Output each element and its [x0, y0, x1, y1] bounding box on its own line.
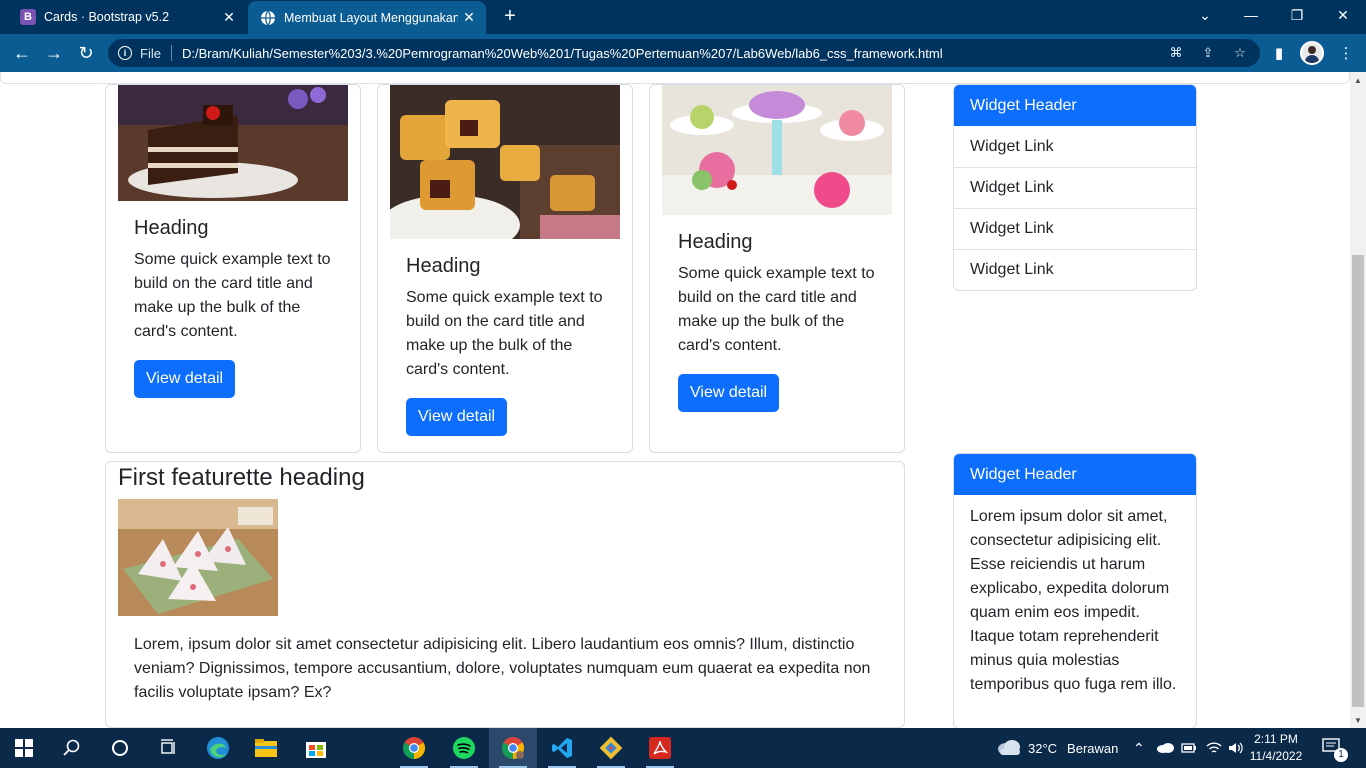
menu-icon[interactable]: ⋮ [1334, 41, 1358, 65]
tab-title: Cards · Bootstrap v5.2 [44, 10, 170, 24]
card-text: Some quick example text to build on the … [406, 289, 603, 378]
clock-time: 2:11 PM [1254, 732, 1298, 746]
close-icon[interactable]: ✕ [458, 9, 480, 26]
star-icon[interactable]: ☆ [1230, 43, 1250, 63]
vscode-icon[interactable] [538, 728, 586, 768]
file-explorer-icon[interactable] [242, 728, 290, 768]
chrome-icon[interactable] [390, 728, 438, 768]
pdf-reader-icon[interactable] [636, 728, 684, 768]
widget-link[interactable]: Widget Link [954, 208, 1196, 249]
search-icon[interactable] [48, 728, 96, 768]
card-title: Heading [406, 255, 481, 277]
window-close-icon[interactable]: ✕ [1320, 0, 1366, 30]
windows-taskbar: 32°C Berawan ⌃ 2:11 PM 11/4/2022 1 [0, 728, 1366, 768]
reload-icon[interactable]: ↻ [74, 41, 98, 65]
widget-link[interactable]: Widget Link [954, 167, 1196, 208]
new-tab-plus-icon[interactable]: + [498, 5, 522, 29]
scroll-down-icon[interactable]: ▼ [1350, 712, 1366, 728]
widget-links: Widget Header Widget Link Widget Link Wi… [953, 84, 1197, 291]
windows-start-icon[interactable] [0, 728, 48, 768]
back-arrow-icon[interactable]: ← [10, 41, 34, 65]
git-client-icon[interactable] [587, 728, 635, 768]
pyramid-dessert-image [118, 499, 278, 616]
card: Heading Some quick example text to build… [649, 84, 905, 453]
view-detail-button[interactable]: View detail [406, 398, 508, 436]
share-icon[interactable]: ⇪ [1198, 43, 1218, 63]
tab-title: Membuat Layout Menggunakan [284, 10, 458, 25]
card: Heading Some quick example text to build… [105, 84, 361, 453]
chrome-profile-icon[interactable] [489, 728, 537, 768]
clock-date: 11/4/2022 [1249, 749, 1303, 763]
system-clock[interactable]: 2:11 PM 11/4/2022 [1246, 731, 1306, 765]
card-text: Some quick example text to build on the … [134, 251, 331, 340]
info-icon[interactable]: i [118, 46, 132, 60]
globe-icon [260, 10, 276, 26]
task-view-icon[interactable] [144, 728, 192, 768]
page-viewport: Heading Some quick example text to build… [0, 72, 1350, 728]
spotify-icon[interactable] [440, 728, 488, 768]
featurette-text: Lorem, ipsum dolor sit amet consectetur … [134, 636, 871, 701]
tab-strip: B Cards · Bootstrap v5.2 ✕ Membuat Layou… [0, 0, 1366, 34]
weather-widget[interactable]: 32°C Berawan [996, 728, 1118, 768]
navbar-bottom-edge [0, 72, 1350, 84]
onedrive-icon[interactable] [1156, 728, 1174, 768]
cortana-icon[interactable] [96, 728, 144, 768]
notification-center[interactable]: 1 [1322, 728, 1348, 768]
chocolate-cake-image [118, 85, 348, 201]
chevron-down-icon[interactable]: ⌄ [1182, 0, 1228, 30]
card-body: Heading Some quick example text to build… [678, 231, 888, 412]
side-panel-icon[interactable]: ▮ [1267, 41, 1291, 65]
minimize-icon[interactable]: — [1228, 0, 1274, 30]
featurette-card: First featurette heading Lorem, ipsum do… [105, 461, 905, 728]
card: Heading Some quick example text to build… [377, 84, 633, 453]
edge-icon[interactable] [194, 728, 242, 768]
divider [170, 45, 172, 61]
close-icon[interactable]: ✕ [218, 9, 240, 26]
widget-link[interactable]: Widget Link [954, 126, 1196, 167]
volume-icon[interactable] [1228, 728, 1244, 768]
show-hidden-icons-chevron-icon[interactable]: ⌃ [1133, 728, 1145, 768]
translate-icon[interactable]: ⌘ [1166, 43, 1186, 63]
url-text[interactable]: D:/Bram/Kuliah/Semester%203/3.%20Pemrogr… [182, 46, 943, 61]
view-detail-button[interactable]: View detail [134, 360, 236, 398]
cake-platter-image [662, 85, 892, 215]
address-bar[interactable]: i File D:/Bram/Kuliah/Semester%203/3.%20… [108, 39, 1260, 67]
vertical-scrollbar[interactable]: ▲ ▼ [1350, 72, 1366, 728]
card-body: Heading Some quick example text to build… [406, 255, 616, 436]
widget-header: Widget Header [954, 85, 1196, 126]
tab-layout-page[interactable]: Membuat Layout Menggunakan ✕ [248, 1, 486, 34]
tab-bootstrap-cards[interactable]: B Cards · Bootstrap v5.2 ✕ [8, 0, 246, 34]
scheme-label: File [140, 45, 161, 61]
widget-header: Widget Header [954, 454, 1196, 495]
card-text: Some quick example text to build on the … [678, 265, 875, 354]
scroll-up-icon[interactable]: ▲ [1350, 72, 1366, 88]
pineapple-cookies-image [390, 85, 620, 239]
widget-body-text: Lorem ipsum dolor sit amet, consectetur … [970, 508, 1177, 693]
weather-temp: 32°C [1028, 740, 1058, 756]
card-body: Heading Some quick example text to build… [134, 217, 344, 398]
avatar[interactable] [1300, 41, 1324, 65]
card-title: Heading [678, 231, 753, 253]
cloud-icon [996, 738, 1022, 759]
restore-icon[interactable]: ❐ [1274, 0, 1320, 30]
notification-badge: 1 [1334, 748, 1348, 762]
forward-arrow-icon[interactable]: → [42, 41, 66, 65]
bootstrap-icon: B [20, 9, 36, 25]
weather-text: Berawan [1067, 740, 1119, 756]
widget-text: Widget Header Lorem ipsum dolor sit amet… [953, 453, 1197, 728]
view-detail-button[interactable]: View detail [678, 374, 780, 412]
address-toolbar: ← → ↻ i File D:/Bram/Kuliah/Semester%203… [0, 34, 1366, 72]
featurette-heading: First featurette heading [118, 464, 365, 491]
widget-link[interactable]: Widget Link [954, 249, 1196, 290]
card-title: Heading [134, 217, 209, 239]
battery-icon[interactable] [1181, 728, 1197, 768]
microsoft-store-icon[interactable] [292, 728, 340, 768]
wifi-icon[interactable] [1206, 728, 1222, 768]
scrollbar-thumb[interactable] [1352, 255, 1364, 707]
